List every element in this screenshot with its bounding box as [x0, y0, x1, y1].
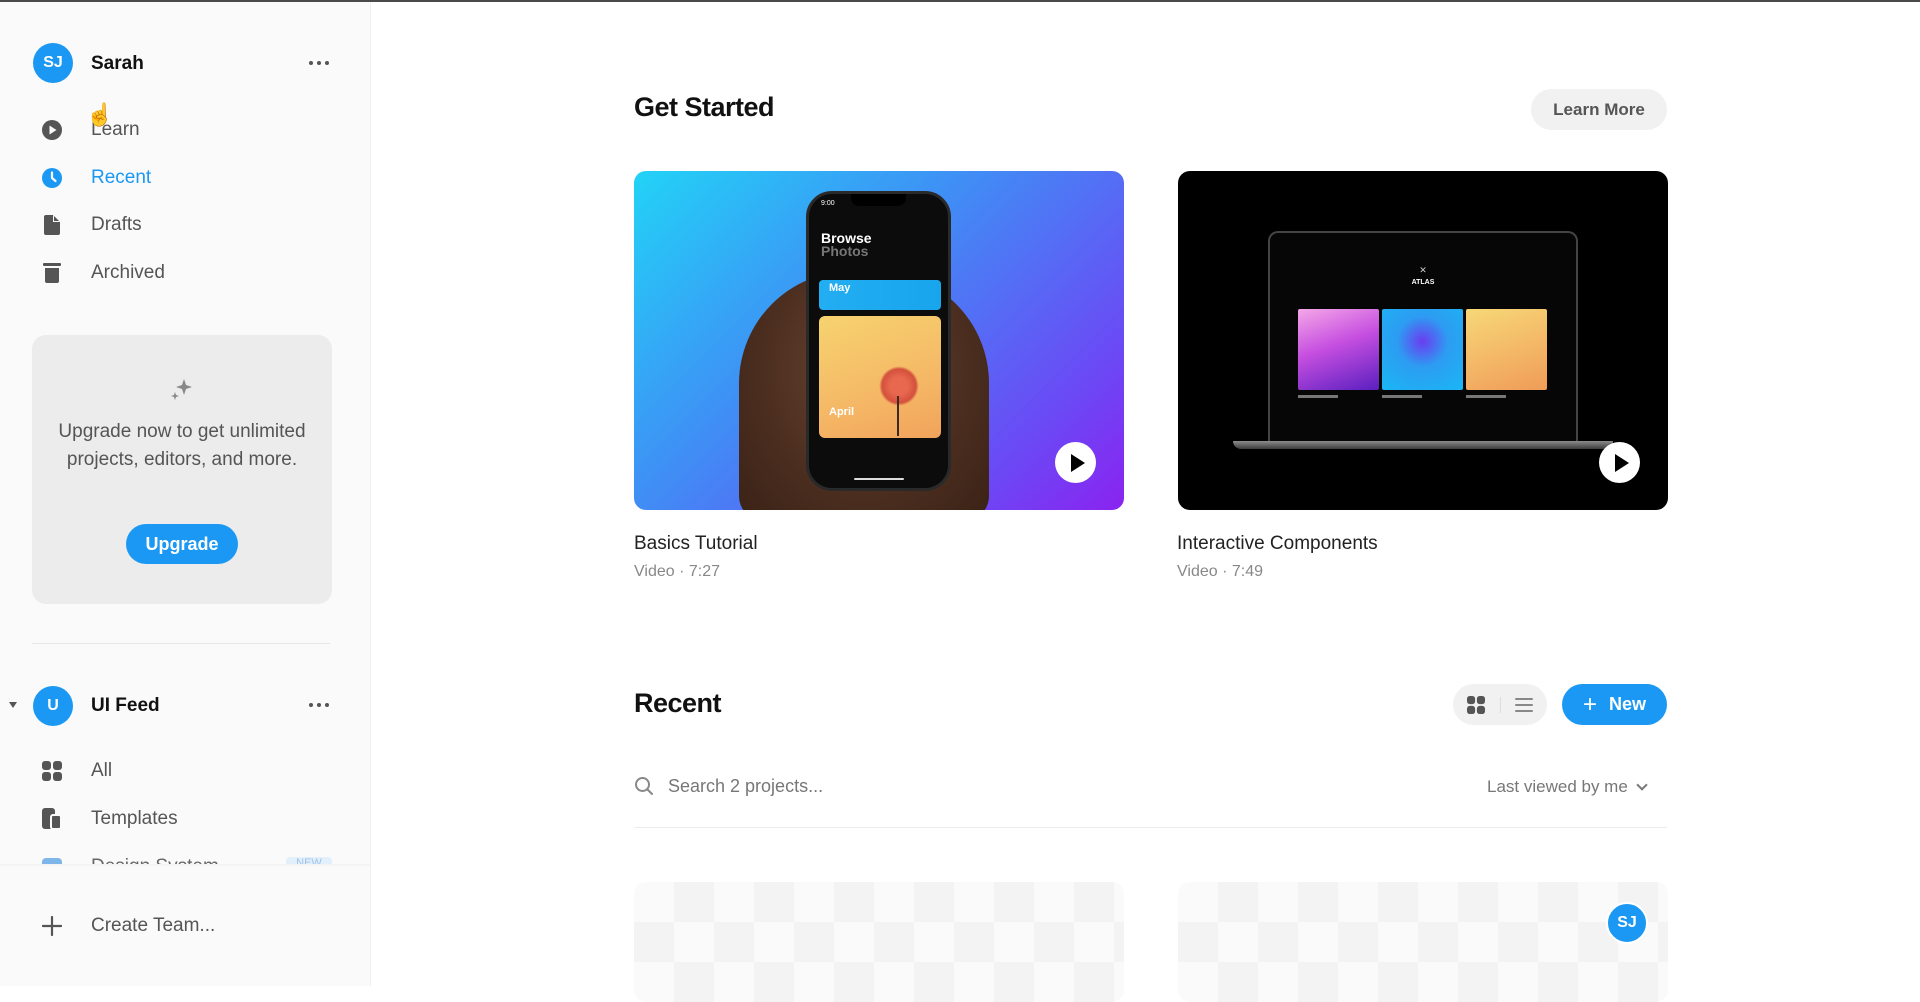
project-card[interactable]	[634, 882, 1124, 1002]
sidebar-item-label: Drafts	[91, 214, 142, 235]
play-icon[interactable]	[1055, 442, 1096, 483]
recent-divider	[634, 827, 1667, 828]
grid-view-button[interactable]	[1453, 684, 1500, 725]
new-project-button[interactable]: + New	[1562, 684, 1667, 725]
hand-pointer-cursor-icon: ☝	[86, 102, 114, 127]
project-search	[634, 770, 1234, 802]
file-icon	[40, 213, 64, 237]
video-subtitle: Video · 7:49	[1177, 563, 1263, 580]
upgrade-button[interactable]: Upgrade	[126, 524, 238, 564]
phone-heading: Browse Photos	[821, 230, 872, 259]
view-toggle	[1453, 684, 1547, 725]
sidebar-item-label: All	[91, 760, 113, 781]
video-card-interactive-components[interactable]: ✕ ATLAS	[1178, 171, 1668, 510]
video-title[interactable]: Basics Tutorial	[634, 533, 758, 555]
grid-icon	[40, 759, 64, 783]
sidebar-item-label: Templates	[91, 808, 178, 829]
sidebar-item-templates[interactable]: Templates	[40, 801, 330, 837]
user-avatar[interactable]: SJ	[33, 43, 73, 83]
sidebar-divider	[32, 643, 330, 644]
clock-icon	[40, 166, 64, 190]
sort-label: Last viewed by me	[1487, 777, 1628, 796]
sidebar-item-label: Recent	[91, 167, 152, 188]
grid-icon	[1467, 695, 1486, 714]
sparkle-icon	[170, 377, 194, 406]
upgrade-message: Upgrade now to get unlimited projects, e…	[58, 421, 306, 470]
search-icon	[635, 777, 653, 795]
play-circle-icon	[40, 118, 64, 142]
list-icon	[1514, 697, 1533, 712]
sidebar-item-label: Design System	[91, 856, 219, 864]
plus-icon: +	[1582, 690, 1597, 718]
recent-title: Recent	[634, 688, 722, 718]
scroll-fade	[0, 864, 370, 866]
team-collapse-caret-icon[interactable]	[9, 702, 17, 708]
user-more-icon[interactable]	[306, 53, 332, 73]
video-subtitle: Video · 7:27	[634, 563, 720, 580]
video-title[interactable]: Interactive Components	[1177, 533, 1378, 555]
sidebar-item-label: Archived	[91, 262, 165, 283]
learn-more-button[interactable]: Learn More	[1531, 89, 1667, 130]
sidebar-item-drafts[interactable]: Drafts	[40, 207, 330, 243]
laptop-base	[1233, 441, 1613, 449]
user-name[interactable]: Sarah	[91, 53, 144, 75]
sidebar-item-design-system[interactable]: Design System NEW	[32, 854, 332, 864]
templates-icon	[40, 807, 64, 831]
sort-dropdown[interactable]: Last viewed by me	[1487, 774, 1648, 800]
sidebar-item-archived[interactable]: Archived	[40, 255, 330, 291]
new-button-label: New	[1609, 694, 1647, 714]
create-team-button[interactable]: Create Team...	[40, 908, 330, 944]
laptop-mockup: ✕ ATLAS	[1268, 231, 1578, 441]
team-avatar[interactable]: U	[33, 686, 73, 726]
window-top-border	[0, 0, 1920, 2]
owner-avatar: SJ	[1606, 902, 1648, 944]
team-name[interactable]: UI Feed	[91, 695, 160, 717]
team-more-icon[interactable]	[306, 695, 332, 715]
project-card[interactable]: SJ	[1178, 882, 1668, 1002]
phone-time: 9:00	[821, 200, 835, 207]
search-input[interactable]	[668, 775, 1168, 797]
get-started-title: Get Started	[634, 92, 775, 122]
archive-icon	[40, 261, 64, 285]
sidebar-item-all[interactable]: All	[40, 753, 330, 789]
chevron-down-icon	[1636, 779, 1648, 791]
sidebar: SJ Sarah Learn Recent Drafts Archived Up…	[0, 2, 371, 986]
play-icon[interactable]	[1599, 442, 1640, 483]
sidebar-item-recent[interactable]: Recent	[40, 160, 330, 196]
phone-tile-april: April	[819, 316, 941, 438]
new-badge: NEW	[286, 857, 332, 864]
video-card-basics-tutorial[interactable]: 9:00 Browse Photos May April	[634, 171, 1124, 510]
create-team-label: Create Team...	[91, 915, 216, 936]
atlas-brand: ATLAS	[1411, 279, 1435, 286]
plus-icon	[40, 914, 64, 938]
phone-mockup: 9:00 Browse Photos May April	[806, 191, 951, 491]
phone-tile-may: May	[819, 280, 941, 310]
list-view-button[interactable]	[1500, 684, 1547, 725]
sidebar-item-learn[interactable]: Learn	[40, 112, 330, 148]
